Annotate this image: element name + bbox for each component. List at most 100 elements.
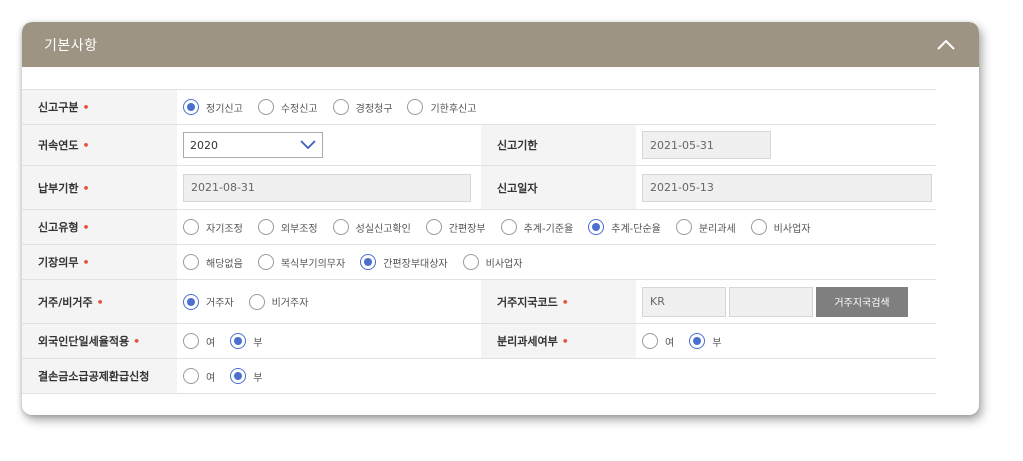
radio-report-kind-3[interactable]: 간편장부 <box>425 219 486 235</box>
row-foreigner-rate: 외국인단일세율적용 • 여부 분리과세여부 • 여부 <box>22 323 936 359</box>
field-label-text: 거주/비거주 <box>38 295 93 309</box>
label-report-type: 신고구분 • <box>22 89 177 125</box>
radio-circle[interactable] <box>588 219 605 235</box>
radio-report-type-3[interactable]: 기한후신고 <box>407 99 476 115</box>
radio-circle[interactable] <box>183 293 199 310</box>
year-select[interactable]: 2020 <box>183 132 323 158</box>
report-date-field[interactable]: 2021-05-13 <box>642 173 932 202</box>
radio-separate-tax-0[interactable]: 여 <box>642 333 674 349</box>
label-report-kind: 신고유형 • <box>22 209 177 245</box>
radio-foreigner-rate-0[interactable]: 여 <box>183 333 215 349</box>
radio-label: 거주자 <box>206 298 234 309</box>
radio-label: 부 <box>712 337 722 349</box>
radio-label: 비사업자 <box>773 223 811 235</box>
label-report-date: 신고일자 <box>481 165 636 210</box>
radio-label: 수정신고 <box>280 103 318 115</box>
required-mark: • <box>561 335 569 348</box>
report-kind-radio-group: 자기조정 외부조정 성실신고확인 간편장부 추계-기준율 추계-단순율 분리과세 비사업자 <box>183 219 930 235</box>
radio-circle[interactable] <box>183 368 199 384</box>
country-search-button[interactable]: 거주지국검색 <box>816 286 908 317</box>
field-label-text: 기장의무 <box>38 256 79 269</box>
row-report-type: 신고구분 • 정기신고 수정신고 경정청구 기한후신고 <box>22 89 936 125</box>
field-label-text: 외국인단일세율적용 <box>38 335 130 348</box>
panel-title: 기본사항 <box>44 37 98 54</box>
label-year: 귀속연도 • <box>22 124 177 166</box>
radio-deficit-refund-1[interactable]: 부 <box>230 368 262 384</box>
radio-residency-0[interactable]: 거주자 <box>183 293 234 310</box>
radio-separate-tax-1[interactable]: 부 <box>689 333 721 349</box>
label-foreigner-rate: 외국인단일세율적용 • <box>22 323 177 359</box>
row-payment-deadline: 납부기한 • 2021-08-31 신고일자 2021-05-13 <box>22 165 936 210</box>
radio-circle[interactable] <box>183 254 199 270</box>
radio-bookkeeping-2[interactable]: 간편장부대상자 <box>360 254 448 270</box>
country-code-field[interactable]: KR <box>642 286 726 317</box>
radio-report-type-0[interactable]: 정기신고 <box>183 99 243 115</box>
radio-label: 부 <box>253 372 263 384</box>
radio-label: 복식부기의무자 <box>280 258 346 270</box>
radio-report-kind-2[interactable]: 성실신고확인 <box>332 219 411 235</box>
field-label-text: 거주지국코드 <box>497 295 558 309</box>
label-residency: 거주/비거주 • <box>22 279 177 324</box>
label-bookkeeping: 기장의무 • <box>22 244 177 280</box>
radio-circle[interactable] <box>183 219 199 235</box>
radio-circle[interactable] <box>332 99 349 115</box>
radio-label: 외부조정 <box>280 223 318 235</box>
panel-header: 기본사항 <box>22 22 979 67</box>
radio-bookkeeping-3[interactable]: 비사업자 <box>462 254 523 270</box>
radio-circle[interactable] <box>360 254 377 270</box>
radio-report-kind-5[interactable]: 추계-단순율 <box>588 219 661 235</box>
radio-circle[interactable] <box>183 333 199 349</box>
radio-circle[interactable] <box>230 333 247 349</box>
radio-label: 비사업자 <box>485 258 523 270</box>
radio-report-kind-4[interactable]: 추계-기준율 <box>500 219 574 235</box>
radio-circle[interactable] <box>500 219 517 235</box>
separate-tax-radio-group: 여부 <box>642 333 930 349</box>
radio-circle[interactable] <box>257 99 274 115</box>
required-mark: • <box>82 181 90 195</box>
radio-circle[interactable] <box>750 219 767 235</box>
radio-deficit-refund-0[interactable]: 여 <box>183 368 215 384</box>
radio-circle[interactable] <box>675 219 692 235</box>
label-deficit-refund: 결손금소급공제환급신청 <box>22 358 177 394</box>
field-label-text: 납부기한 <box>38 181 79 195</box>
radio-label: 간편장부 <box>448 223 486 235</box>
radio-circle[interactable] <box>407 99 424 115</box>
radio-circle[interactable] <box>689 333 706 349</box>
radio-circle[interactable] <box>257 254 274 270</box>
deadline-field[interactable]: 2021-05-31 <box>642 131 771 159</box>
required-mark: • <box>82 256 90 269</box>
field-label-text: 신고구분 <box>38 101 79 114</box>
label-deadline: 신고기한 <box>481 124 636 166</box>
radio-circle[interactable] <box>425 219 442 235</box>
radio-label: 추계-기준율 <box>523 223 574 235</box>
radio-circle[interactable] <box>248 293 265 310</box>
collapse-button[interactable] <box>933 32 959 58</box>
radio-report-type-1[interactable]: 수정신고 <box>257 99 318 115</box>
radio-label: 자기조정 <box>206 223 243 235</box>
radio-circle[interactable] <box>332 219 349 235</box>
radio-label: 여 <box>665 337 675 349</box>
radio-report-kind-6[interactable]: 분리과세 <box>675 219 736 235</box>
radio-bookkeeping-0[interactable]: 해당없음 <box>183 254 243 270</box>
radio-circle[interactable] <box>230 368 247 384</box>
radio-report-type-2[interactable]: 경정청구 <box>332 99 392 115</box>
radio-foreigner-rate-1[interactable]: 부 <box>230 333 262 349</box>
radio-circle[interactable] <box>462 254 479 270</box>
radio-label: 여 <box>206 337 216 349</box>
radio-label: 분리과세 <box>698 223 736 235</box>
radio-report-kind-1[interactable]: 외부조정 <box>257 219 318 235</box>
radio-circle[interactable] <box>642 333 658 349</box>
radio-bookkeeping-1[interactable]: 복식부기의무자 <box>257 254 346 270</box>
radio-circle[interactable] <box>183 99 199 115</box>
radio-report-kind-0[interactable]: 자기조정 <box>183 219 243 235</box>
radio-circle[interactable] <box>257 219 274 235</box>
country-name-field[interactable] <box>729 286 813 317</box>
radio-report-kind-7[interactable]: 비사업자 <box>750 219 811 235</box>
field-label-text: 신고유형 <box>38 221 79 234</box>
bookkeeping-radio-group: 해당없음 복식부기의무자 간편장부대상자 비사업자 <box>183 254 930 270</box>
radio-residency-1[interactable]: 비거주자 <box>248 293 308 310</box>
row-year: 귀속연도 • 2020 신고기한 2021-05-31 <box>22 124 936 166</box>
radio-label: 여 <box>206 372 216 384</box>
field-label-text: 분리과세여부 <box>497 335 558 348</box>
payment-deadline-field[interactable]: 2021-08-31 <box>183 173 471 202</box>
